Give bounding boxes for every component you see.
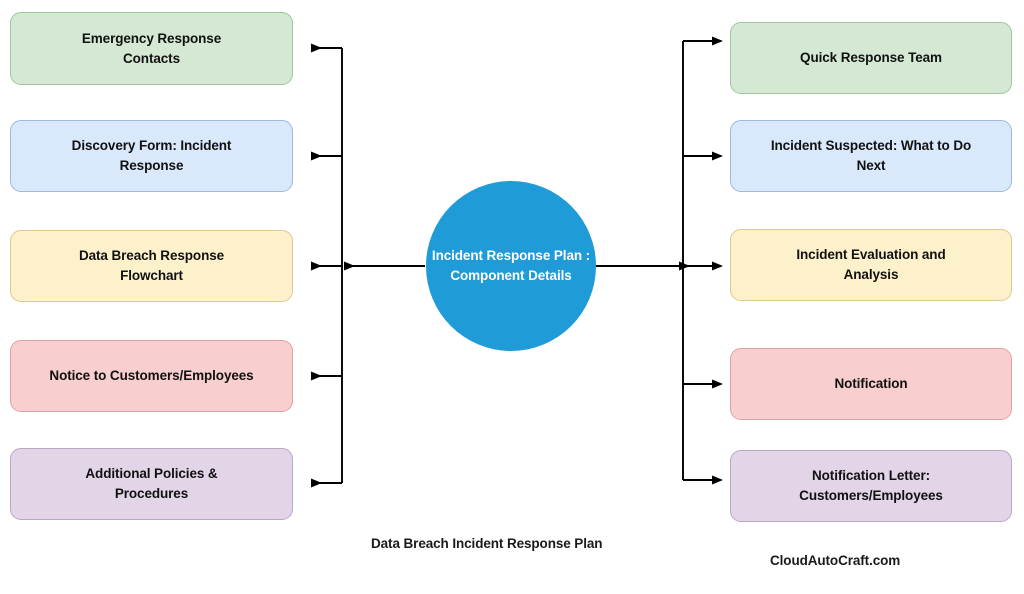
node-label-line1: Quick Response Team <box>800 50 942 66</box>
watermark-label: CloudAutoCraft.com <box>770 553 901 568</box>
node-label-line1: Data Breach Response <box>78 248 225 264</box>
node-incident-evaluation-and-analysis[interactable]: Incident Evaluation and Analysis <box>730 229 1012 301</box>
node-label-line2: Response <box>119 158 184 173</box>
node-quick-response-team[interactable]: Quick Response Team <box>730 22 1012 94</box>
node-label-line1: Incident Suspected: What to Do <box>770 138 972 154</box>
node-label-line1: Additional Policies & <box>85 466 218 482</box>
node-label-line2: Contacts <box>123 50 180 66</box>
node-discovery-form-incident-response[interactable]: Discovery Form: Incident Response <box>10 120 293 192</box>
node-label-line1: Discovery Form: Incident <box>71 138 232 154</box>
hub-label-line1: Incident Response Plan <box>431 247 583 263</box>
node-label-line2: Next <box>856 158 886 173</box>
diagram-title-caption: Data Breach Incident Response Plan <box>371 536 603 551</box>
node-label-line1: Notice to Customers/Employees <box>49 368 254 384</box>
node-label-line1: Incident Evaluation and <box>796 247 946 263</box>
node-notification[interactable]: Notification <box>730 348 1012 420</box>
node-data-breach-response-flowchart[interactable]: Data Breach Response Flowchart <box>10 230 293 302</box>
node-emergency-response-contacts[interactable]: Emergency Response Contacts <box>10 12 293 85</box>
hub-incident-response-plan[interactable]: Incident Response Plan : Component Detai… <box>426 181 596 351</box>
node-label-line2: Procedures <box>114 486 189 501</box>
diagram-canvas: Emergency Response Contacts Discovery Fo… <box>0 0 1024 594</box>
node-notification-letter-customers-employees[interactable]: Notification Letter: Customers/Employees <box>730 450 1012 522</box>
node-label-line2: Flowchart <box>120 268 183 283</box>
node-label-line2: Customers/Employees <box>799 488 943 503</box>
node-label-line2: Analysis <box>843 267 899 282</box>
node-label-line1: Notification Letter: <box>812 468 930 484</box>
node-additional-policies-procedures[interactable]: Additional Policies & Procedures <box>10 448 293 520</box>
node-incident-suspected-what-to-do-next[interactable]: Incident Suspected: What to Do Next <box>730 120 1012 192</box>
node-label-line1: Notification <box>834 376 908 392</box>
node-notice-to-customers-employees[interactable]: Notice to Customers/Employees <box>10 340 293 412</box>
node-label-line1: Emergency Response <box>81 30 222 46</box>
